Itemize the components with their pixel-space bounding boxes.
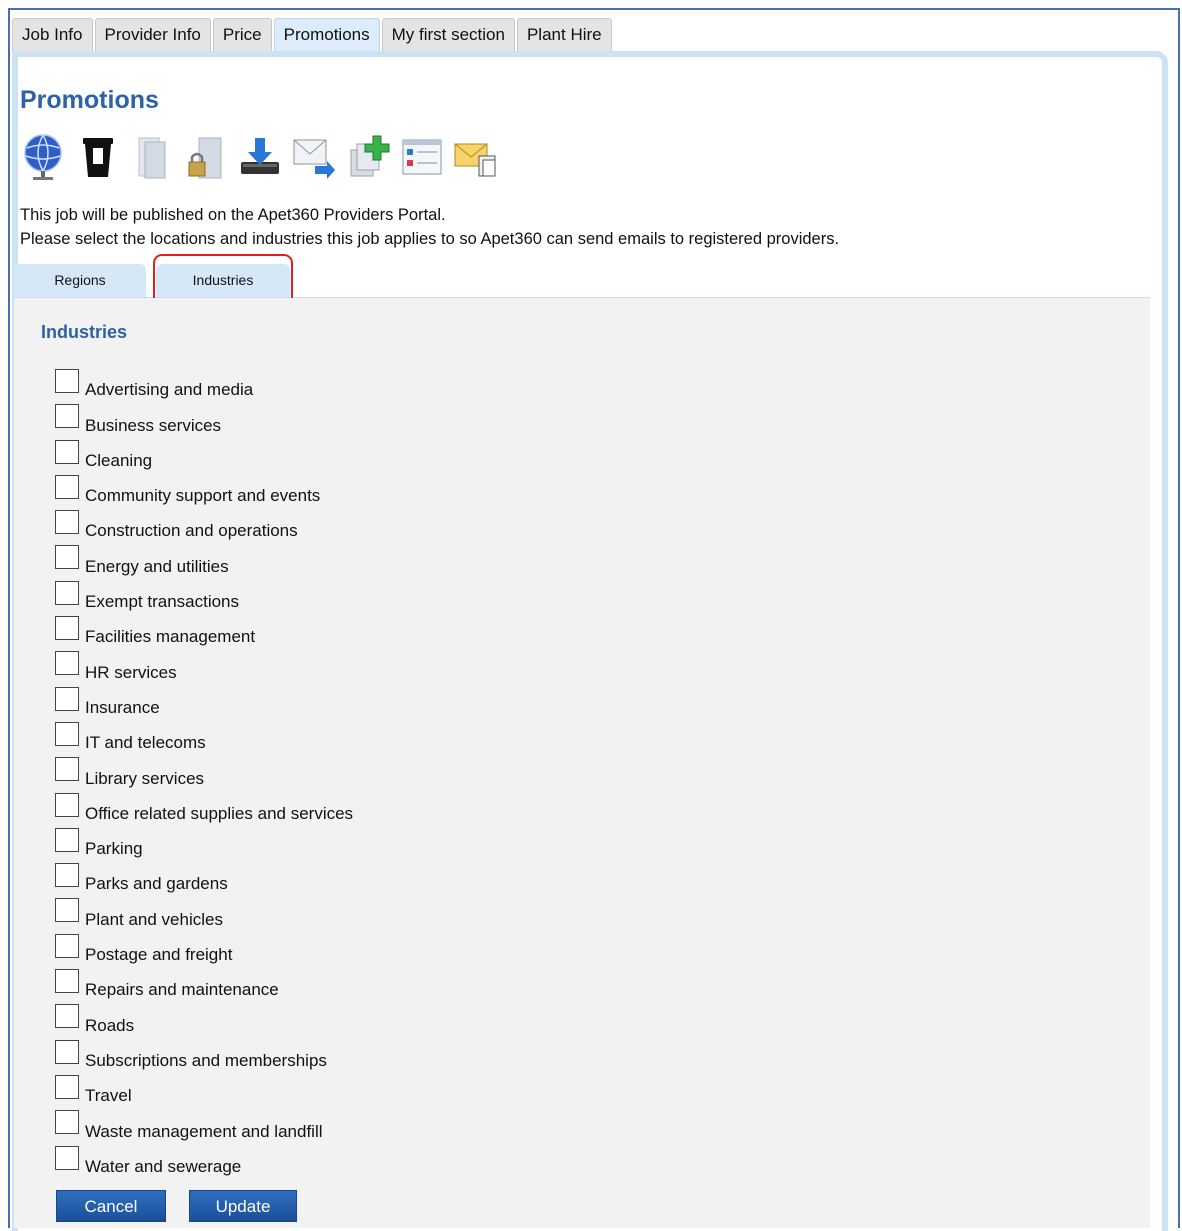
industries-checkbox-list: Advertising and media Business services Cl… xyxy=(55,369,353,1181)
industry-checkbox[interactable] xyxy=(55,651,79,676)
tab-regions[interactable]: Regions xyxy=(14,264,146,297)
industry-row[interactable]: Parks and gardens xyxy=(55,863,353,898)
industry-checkbox[interactable] xyxy=(55,898,79,923)
industry-label: Plant and vehicles xyxy=(85,909,223,929)
tab-plant-hire[interactable]: Plant Hire xyxy=(516,18,612,51)
industry-label: Business services xyxy=(85,415,222,435)
industry-label: Energy and utilities xyxy=(85,556,229,576)
industry-row[interactable]: Construction and operations xyxy=(55,510,353,545)
industry-row[interactable]: Travel xyxy=(55,1074,353,1110)
intro-text: This job will be published on the Apet36… xyxy=(20,203,839,251)
update-button[interactable]: Update xyxy=(189,1190,297,1222)
industry-label: Library services xyxy=(85,768,205,788)
industry-label: Repairs and maintenance xyxy=(85,980,279,1000)
industry-checkbox[interactable] xyxy=(55,1145,79,1170)
industry-row[interactable]: Office related supplies and services xyxy=(55,792,354,828)
industry-checkbox[interactable] xyxy=(55,827,79,852)
industry-row[interactable]: Water and sewerage xyxy=(55,1145,353,1181)
intro-line-1: This job will be published on the Apet36… xyxy=(20,206,446,224)
industry-row[interactable]: Insurance xyxy=(55,686,353,722)
forward-mail-icon[interactable] xyxy=(290,132,338,182)
industry-row[interactable]: Roads xyxy=(55,1004,353,1039)
intro-line-2: Please select the locations and industri… xyxy=(20,230,840,248)
industry-checkbox[interactable] xyxy=(55,404,79,429)
industry-row[interactable]: Plant and vehicles xyxy=(55,898,353,933)
industry-checkbox[interactable] xyxy=(55,510,79,535)
industry-checkbox[interactable] xyxy=(55,969,79,994)
tab-price[interactable]: Price xyxy=(212,18,272,51)
add-copy-icon[interactable] xyxy=(344,132,392,182)
download-icon[interactable] xyxy=(236,132,284,182)
industry-label: Parking xyxy=(85,839,143,859)
industry-label: Water and sewerage xyxy=(85,1156,242,1176)
industry-label: Advertising and media xyxy=(85,380,254,400)
industry-checkbox[interactable] xyxy=(55,686,79,711)
industries-section-title: Industries xyxy=(41,322,128,342)
industry-checkbox[interactable] xyxy=(55,792,79,817)
industry-row[interactable]: Cleaning xyxy=(55,439,353,475)
industry-row[interactable]: Community support and events xyxy=(55,474,353,510)
industry-checkbox[interactable] xyxy=(55,616,79,641)
industry-checkbox[interactable] xyxy=(55,545,79,570)
cancel-button[interactable]: Cancel xyxy=(56,1190,166,1222)
industry-row[interactable]: Business services xyxy=(55,404,353,439)
industry-label: Cleaning xyxy=(85,450,153,470)
industry-checkbox[interactable] xyxy=(55,1039,79,1064)
tab-promotions[interactable]: Promotions xyxy=(273,18,380,54)
industry-row[interactable]: Repairs and maintenance xyxy=(55,969,353,1004)
mail-copy-icon[interactable] xyxy=(452,132,500,182)
industry-row[interactable]: Parking xyxy=(55,827,353,863)
industry-label: Facilities management xyxy=(85,627,256,647)
industry-label: Waste management and landfill xyxy=(85,1121,323,1141)
industry-label: Subscriptions and memberships xyxy=(85,1050,327,1070)
industry-row[interactable]: Advertising and media xyxy=(55,369,353,404)
globe-icon[interactable] xyxy=(20,132,68,182)
page-title: Promotions xyxy=(20,86,159,114)
industry-checkbox[interactable] xyxy=(55,933,79,958)
tab-job-info[interactable]: Job Info xyxy=(12,18,93,51)
industry-label: Exempt transactions xyxy=(85,592,240,612)
industry-label: Roads xyxy=(85,1015,135,1035)
industry-checkbox[interactable] xyxy=(55,863,79,888)
industry-checkbox[interactable] xyxy=(55,1074,79,1099)
document-icon[interactable] xyxy=(128,132,176,182)
trash-icon[interactable] xyxy=(74,132,122,182)
industry-checkbox[interactable] xyxy=(55,369,79,393)
industry-checkbox[interactable] xyxy=(55,580,79,605)
tab-provider-info[interactable]: Provider Info xyxy=(94,18,211,51)
industry-row[interactable]: IT and telecoms xyxy=(55,721,353,757)
industry-checkbox[interactable] xyxy=(55,1110,79,1135)
industry-checkbox[interactable] xyxy=(55,1004,79,1029)
industry-row[interactable]: HR services xyxy=(55,651,353,686)
industry-label: Parks and gardens xyxy=(85,874,228,894)
industry-label: Office related supplies and services xyxy=(85,803,354,823)
industry-row[interactable]: Subscriptions and memberships xyxy=(55,1039,353,1075)
industry-checkbox[interactable] xyxy=(55,757,79,782)
lock-document-icon[interactable] xyxy=(182,132,230,182)
industry-label: IT and telecoms xyxy=(85,733,206,753)
industry-label: Community support and events xyxy=(85,486,321,506)
industry-label: Insurance xyxy=(85,697,160,717)
main-tab-bar: Job Info Provider Info Price Promotions … xyxy=(12,18,612,54)
industry-checkbox[interactable] xyxy=(55,439,79,464)
industry-label: HR services xyxy=(85,662,177,682)
industry-checkbox[interactable] xyxy=(55,474,79,499)
industry-row[interactable]: Library services xyxy=(55,757,353,792)
industry-label: Construction and operations xyxy=(85,521,298,541)
industry-label: Postage and freight xyxy=(85,945,233,965)
toolbar xyxy=(20,130,500,184)
tab-my-first-section[interactable]: My first section xyxy=(381,18,515,51)
industry-row[interactable]: Postage and freight xyxy=(55,933,353,969)
industry-label: Travel xyxy=(85,1086,132,1106)
industry-row[interactable]: Exempt transactions xyxy=(55,580,353,616)
industry-row[interactable]: Energy and utilities xyxy=(55,545,353,580)
industry-row[interactable]: Waste management and landfill xyxy=(55,1110,353,1145)
industry-checkbox[interactable] xyxy=(55,721,79,746)
industry-row[interactable]: Facilities management xyxy=(55,616,353,651)
list-view-icon[interactable] xyxy=(398,132,446,182)
